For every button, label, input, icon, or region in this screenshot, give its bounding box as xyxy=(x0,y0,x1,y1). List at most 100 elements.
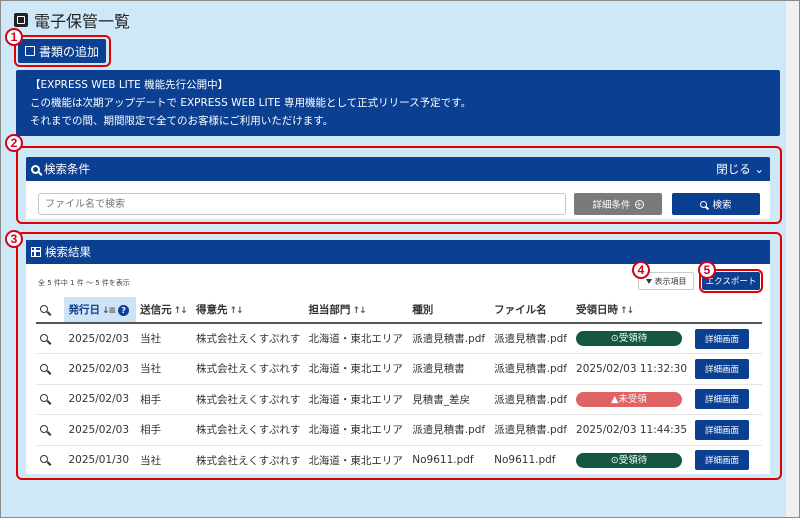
zoom-cell[interactable] xyxy=(36,323,65,354)
filename-cell: 派遣見積書.pdf xyxy=(490,414,573,446)
sort-icon: ↑↓ xyxy=(229,306,243,316)
column-filename-label: ファイル名 xyxy=(494,304,547,316)
display-items-label: 表示項目 xyxy=(654,276,687,286)
column-department-label: 担当部門 xyxy=(308,304,351,316)
sort-icon: ↑↓ xyxy=(352,306,366,316)
column-received-label: 受領日時 xyxy=(576,304,619,316)
search-button[interactable]: 検索 xyxy=(672,193,760,215)
zoom-icon[interactable] xyxy=(40,455,48,464)
issue-date-cell: 2025/01/30 xyxy=(64,445,137,476)
zoom-cell[interactable] xyxy=(36,414,65,446)
column-sender[interactable]: 送信元 ↑↓ xyxy=(136,297,192,324)
status-badge: ▲未受領 xyxy=(576,391,683,407)
filename-cell: 派遣見積書.pdf xyxy=(490,323,573,354)
search-icon xyxy=(31,164,40,174)
actions-cell: 詳細画面 xyxy=(691,384,762,415)
detail-view-button[interactable]: 詳細画面 xyxy=(695,328,750,349)
department-cell: 北海道・東北エリア xyxy=(304,384,409,415)
add-document-icon xyxy=(24,46,35,56)
detail-view-button[interactable]: 詳細画面 xyxy=(695,389,750,410)
received-cell: 2025/02/03 11:44:35 xyxy=(572,414,692,446)
table-icon xyxy=(31,247,41,257)
type-cell: 派遣見積書.pdf xyxy=(408,414,491,446)
notice-line-1: 【EXPRESS WEB LITE 機能先行公開中】 xyxy=(30,79,229,91)
received-datetime: 2025/02/03 11:32:30 xyxy=(576,362,688,375)
issue-date-cell: 2025/02/03 xyxy=(64,353,137,385)
column-filename: ファイル名 xyxy=(490,297,573,324)
collapse-toggle[interactable]: 閉じる ⌄ xyxy=(716,161,764,177)
received-datetime: 2025/02/03 11:44:35 xyxy=(576,423,688,436)
page-title: 電子保管一覧 xyxy=(14,8,130,32)
department-cell: 北海道・東北エリア xyxy=(304,414,409,446)
filename-cell: No9611.pdf xyxy=(490,445,573,476)
status-badge: ⊙受領待 xyxy=(576,331,683,346)
column-type: 種別 xyxy=(408,297,491,324)
result-count: 全 5 件中 1 件 ～ 5 件を表示 xyxy=(38,279,130,287)
results-title: 検索結果 xyxy=(45,245,91,259)
type-cell: 派遣見積書.pdf xyxy=(408,323,491,354)
issue-date-cell: 2025/02/03 xyxy=(64,323,137,354)
table-row: 2025/02/03 当社 株式会社えくすぷれす 北海道・東北エリア 派遣見積書… xyxy=(36,323,762,354)
customer-cell: 株式会社えくすぷれす xyxy=(191,323,305,354)
results-table: 発行日 ↓≡? 送信元 ↑↓ 得意先 ↑↓ 担当部門 ↑↓ 種別 ファイル名 受領日時 ↑… xyxy=(36,297,762,476)
archive-icon xyxy=(14,13,28,27)
column-issue-date[interactable]: 発行日 ↓≡? xyxy=(64,297,137,324)
filename-cell: 派遣見積書.pdf xyxy=(490,353,573,385)
actions-cell: 詳細画面 xyxy=(691,323,762,354)
add-document-button[interactable]: 書類の追加 xyxy=(18,39,106,63)
sender-cell: 当社 xyxy=(136,353,192,385)
column-actions xyxy=(691,297,762,324)
column-customer[interactable]: 得意先 ↑↓ xyxy=(191,297,305,324)
actions-cell: 詳細画面 xyxy=(691,353,762,385)
filter-icon xyxy=(645,278,652,284)
department-cell: 北海道・東北エリア xyxy=(304,323,409,354)
callout-3: 3 xyxy=(5,230,23,248)
sender-cell: 相手 xyxy=(136,384,192,415)
issue-date-cell: 2025/02/03 xyxy=(64,384,137,415)
detail-view-button[interactable]: 詳細画面 xyxy=(695,419,750,440)
zoom-cell[interactable] xyxy=(36,353,65,385)
help-icon[interactable]: ? xyxy=(118,305,130,316)
notice-banner: 【EXPRESS WEB LITE 機能先行公開中】 この機能は次期アップデート… xyxy=(16,70,780,136)
zoom-icon[interactable] xyxy=(40,394,48,403)
type-cell: 見積書_差戻 xyxy=(408,384,491,415)
callout-4: 4 xyxy=(632,261,650,279)
filename-cell: 派遣見積書.pdf xyxy=(490,384,573,415)
zoom-icon[interactable] xyxy=(40,363,48,372)
search-button-label: 検索 xyxy=(712,200,732,211)
customer-cell: 株式会社えくすぷれす xyxy=(191,445,305,476)
results-table-body: 2025/02/03 当社 株式会社えくすぷれす 北海道・東北エリア 派遣見積書… xyxy=(36,323,762,476)
detail-view-button[interactable]: 詳細画面 xyxy=(695,450,750,471)
zoom-cell[interactable] xyxy=(36,445,65,476)
table-row: 2025/02/03 当社 株式会社えくすぷれす 北海道・東北エリア 派遣見積書… xyxy=(36,353,762,385)
zoom-icon xyxy=(40,304,48,313)
zoom-cell[interactable] xyxy=(36,384,65,415)
add-document-label: 書類の追加 xyxy=(38,44,99,59)
column-issue-date-label: 発行日 xyxy=(68,304,100,316)
vertical-scrollbar[interactable] xyxy=(785,1,799,517)
search-button-icon xyxy=(700,200,708,208)
department-cell: 北海道・東北エリア xyxy=(304,353,409,385)
results-header: 検索結果 xyxy=(26,240,770,264)
detail-view-button[interactable]: 詳細画面 xyxy=(695,358,750,379)
column-zoom xyxy=(36,297,65,324)
page-title-text: 電子保管一覧 xyxy=(34,12,131,31)
received-cell: ⊙受領待 xyxy=(572,323,692,354)
column-department[interactable]: 担当部門 ↑↓ xyxy=(304,297,409,324)
customer-cell: 株式会社えくすぷれす xyxy=(191,414,305,446)
status-badge: ⊙受領待 xyxy=(576,452,683,468)
notice-line-2: この機能は次期アップデートで EXPRESS WEB LITE 専用機能として正… xyxy=(30,97,472,109)
customer-cell: 株式会社えくすぷれす xyxy=(191,353,305,385)
column-received[interactable]: 受領日時 ↑↓ xyxy=(572,297,692,324)
column-customer-label: 得意先 xyxy=(195,304,228,316)
chevron-down-icon: ⌄ xyxy=(754,162,764,176)
filename-search-input[interactable] xyxy=(38,193,566,215)
sender-cell: 当社 xyxy=(136,323,192,354)
sender-cell: 当社 xyxy=(136,445,192,476)
zoom-icon[interactable] xyxy=(40,424,48,433)
received-cell: ▲未受領 xyxy=(572,384,692,415)
detail-conditions-button[interactable]: 詳細条件 + xyxy=(574,193,662,215)
detail-conditions-label: 詳細条件 xyxy=(592,200,631,211)
zoom-icon[interactable] xyxy=(40,333,48,342)
column-sender-label: 送信元 xyxy=(140,304,172,316)
